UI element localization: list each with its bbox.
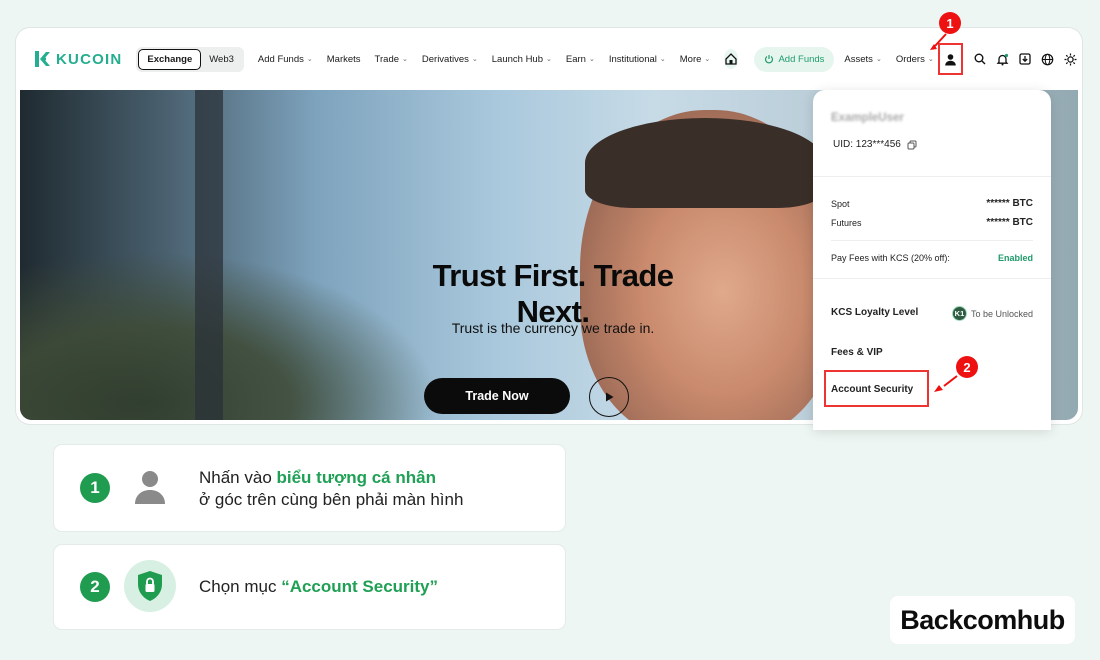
step-1-text: Nhấn vào biểu tượng cá nhân ở góc trên c… bbox=[199, 467, 463, 511]
step-1-line2: ở góc trên cùng bên phải màn hình bbox=[199, 490, 464, 509]
step-1-card: 1 Nhấn vào biểu tượng cá nhân ở góc trên… bbox=[54, 445, 565, 531]
step-1-highlight: biểu tượng cá nhân bbox=[276, 468, 436, 487]
step-1-pre: Nhấn vào bbox=[199, 468, 277, 487]
step-2-text: Chọn mục “Account Security” bbox=[199, 576, 438, 598]
step-2-number: 2 bbox=[80, 572, 110, 602]
user-icon bbox=[135, 471, 165, 504]
shield-lock-icon bbox=[124, 560, 176, 612]
callout-2: 2 bbox=[956, 356, 978, 378]
step-1-number: 1 bbox=[80, 473, 110, 503]
callout-1: 1 bbox=[939, 12, 961, 34]
step-2-pre: Chọn mục bbox=[199, 577, 282, 596]
step-2-highlight: “Account Security” bbox=[281, 577, 439, 596]
step-2-card: 2 Chọn mục “Account Security” bbox=[54, 545, 565, 629]
backcomhub-logo: Backcomhub bbox=[890, 596, 1075, 644]
